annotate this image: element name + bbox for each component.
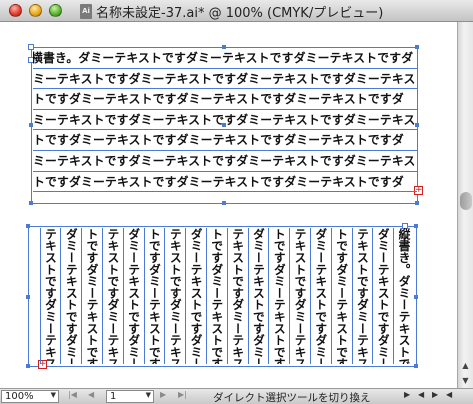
last-page-icon[interactable]: ▶| bbox=[178, 390, 187, 399]
scroll-right-arrow-icon[interactable]: ▶ bbox=[432, 390, 438, 399]
vertical-text-column: テキストですダミーテキス bbox=[39, 228, 61, 364]
frame-handle-bottom-right[interactable] bbox=[414, 364, 418, 368]
zoom-level-value: 100% bbox=[5, 391, 34, 402]
horizontal-text-line: ミーテキストですダミーテキストですダミーテキストですダミーテキス bbox=[33, 110, 417, 131]
vertical-text-column: ダミーテキストですダミー bbox=[372, 228, 393, 364]
frame-handle-bottom-left[interactable] bbox=[29, 201, 33, 205]
vertical-scrollbar[interactable]: ▲ ▼ bbox=[457, 22, 473, 388]
horizontal-text-line: トですダミーテキストですダミーテキストですダミーテキストですダ bbox=[33, 172, 417, 193]
minimize-window-button[interactable] bbox=[29, 4, 42, 17]
vertical-text-column: トですダミーテキストです bbox=[81, 228, 102, 364]
vertical-text-column: 縦書き。ダミーテキストです bbox=[393, 228, 414, 364]
horizontal-scroll-track[interactable]: ◀ bbox=[446, 390, 452, 399]
horizontal-text-line: ミーテキストですダミーテキストですダミーテキストですダミーテキス bbox=[33, 151, 417, 172]
page-number-select[interactable]: 1 ▼ bbox=[106, 390, 154, 403]
vertical-text-column: テキストですダミーテキス bbox=[289, 228, 310, 364]
frame-handle-top-right[interactable] bbox=[414, 224, 418, 228]
next-page-icon[interactable]: ▶ bbox=[160, 390, 166, 399]
frame-handle-top-left[interactable] bbox=[26, 224, 30, 228]
vertical-text-column: トですダミーテキストです bbox=[143, 228, 165, 364]
vertical-text-column: トですダミーテキストです bbox=[330, 228, 352, 364]
status-message: ダイレクト選択ツールを切り換え bbox=[213, 392, 371, 404]
vertical-text-column: テキストですダミーテキス bbox=[351, 228, 373, 364]
vertical-text-column: ダミーテキストですダミー bbox=[185, 228, 206, 364]
vertical-scroll-arrows: ▲ ▼ bbox=[458, 358, 473, 388]
status-menu-icon[interactable]: ▶ bbox=[404, 390, 410, 399]
title-bar: Ai 名称未設定-37.ai* @ 100% (CMYK/プレビュー) bbox=[0, 0, 473, 22]
zoom-dropdown-icon[interactable]: ▼ bbox=[51, 391, 56, 399]
window-title-group: Ai 名称未設定-37.ai* @ 100% (CMYK/プレビュー) bbox=[80, 3, 384, 21]
vertical-text-column: トですダミーテキストです bbox=[268, 228, 289, 364]
zoom-level-select[interactable]: 100% ▼ bbox=[1, 390, 59, 403]
vertical-text-column: ダミーテキストですダミー bbox=[310, 228, 331, 364]
frame-handle-bottom-right[interactable] bbox=[415, 201, 419, 205]
first-page-icon[interactable]: |◀ bbox=[68, 390, 77, 399]
page-number-value: 1 bbox=[110, 391, 117, 402]
vertical-text-column: ダミーテキストですダミー bbox=[122, 228, 144, 364]
frame-handle-middle-right[interactable] bbox=[414, 295, 418, 299]
frame-handle-bottom-left[interactable] bbox=[26, 364, 30, 368]
vertical-text-column: テキストですダミーテキス bbox=[226, 228, 248, 364]
vertical-text-column: ダミーテキストですダミー bbox=[60, 228, 81, 364]
horizontal-text-line: トですダミーテキストですダミーテキストですダミーテキストですダ bbox=[33, 130, 417, 151]
page-dropdown-icon[interactable]: ▼ bbox=[146, 391, 151, 399]
previous-page-icon[interactable]: ◀ bbox=[88, 390, 94, 399]
vertical-scroll-thumb[interactable] bbox=[460, 192, 472, 210]
vertical-text-block[interactable]: 縦書き。ダミーテキストです ダミーテキストですダミー テキストですダミーテキス トです… bbox=[32, 228, 414, 364]
vertical-text-column: テキストですダミーテキス bbox=[164, 228, 185, 364]
illustrator-document-icon: Ai bbox=[80, 3, 92, 19]
scroll-down-arrow-icon[interactable]: ▼ bbox=[458, 373, 473, 388]
vertical-text-column: トですダミーテキストです bbox=[206, 228, 227, 364]
horizontal-text-line: ミーテキストですダミーテキストですダミーテキストですダミーテキス bbox=[33, 69, 417, 90]
vertical-text-column: ダミーテキストですダミー bbox=[247, 228, 269, 364]
frame-handle-middle-left[interactable] bbox=[26, 295, 30, 299]
scroll-up-arrow-icon[interactable]: ▲ bbox=[458, 358, 473, 373]
frame-handle-bottom-center[interactable] bbox=[222, 201, 226, 205]
horizontal-text-line: トですダミーテキストですダミーテキストですダミーテキストですダ bbox=[33, 89, 417, 110]
vertical-text-column: テキストですダミーテキス bbox=[102, 228, 123, 364]
close-window-button[interactable] bbox=[9, 4, 22, 17]
status-bar: 100% ▼ |◀ ◀ 1 ▼ ▶ ▶| ダイレクト選択ツールを切り換え ▶ ◀… bbox=[0, 388, 473, 404]
horizontal-text-block[interactable]: 横書き。ダミーテキストですダミーテキストですダミーテキストですダ ミーテキストです… bbox=[33, 48, 417, 193]
zoom-window-button[interactable] bbox=[49, 4, 62, 17]
window-title: 名称未設定-37.ai* @ 100% (CMYK/プレビュー) bbox=[96, 5, 384, 21]
horizontal-text-line: 横書き。ダミーテキストですダミーテキストですダミーテキストですダ bbox=[33, 48, 417, 69]
scroll-left-arrow-icon[interactable]: ◀ bbox=[418, 390, 424, 399]
